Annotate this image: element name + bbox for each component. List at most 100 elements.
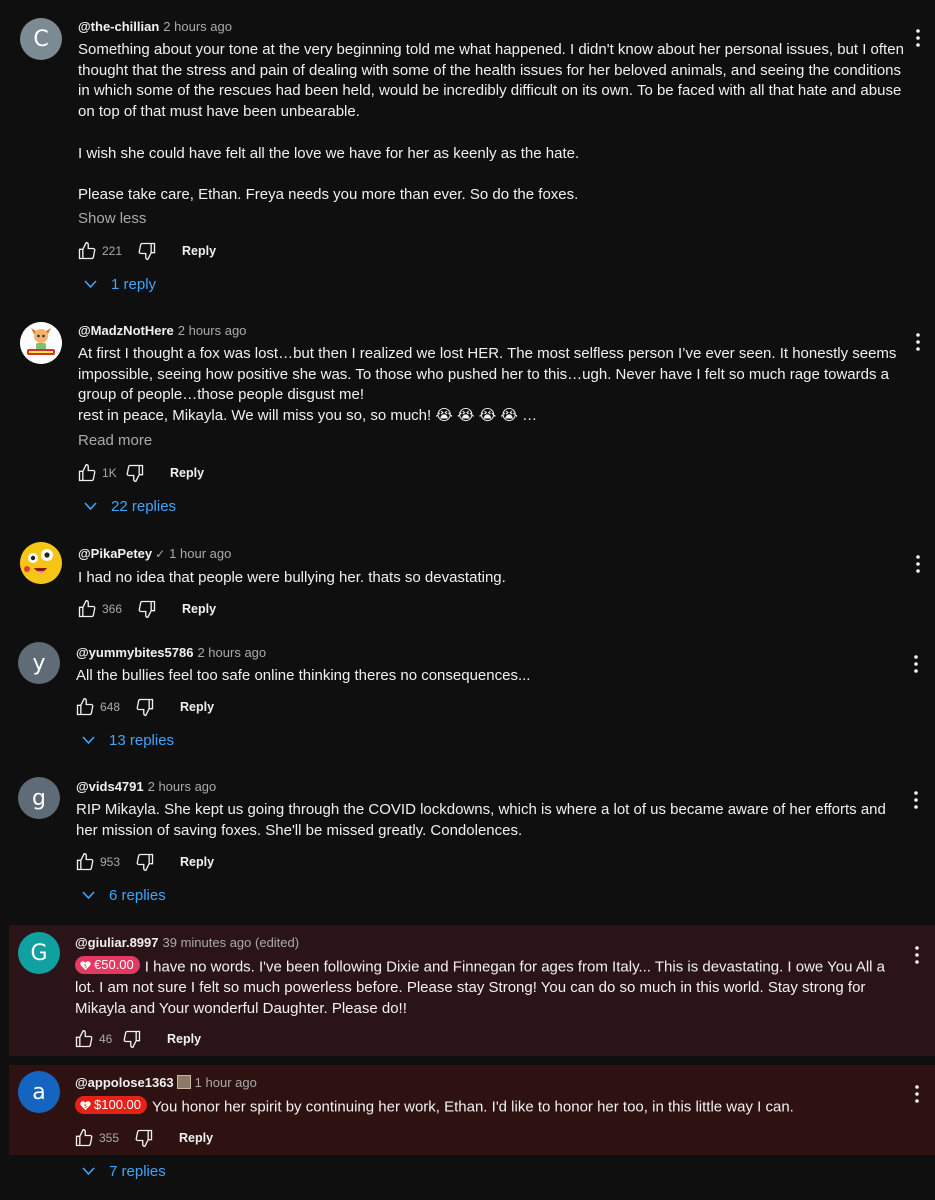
super-thanks-icon: $ bbox=[80, 960, 91, 971]
like-icon[interactable] bbox=[74, 696, 96, 718]
more-options-icon[interactable] bbox=[908, 26, 928, 50]
more-options-icon[interactable] bbox=[908, 330, 928, 354]
comment-time[interactable]: 2 hours ago bbox=[197, 645, 266, 660]
like-icon[interactable] bbox=[74, 851, 96, 873]
verified-icon: ✓ bbox=[155, 547, 166, 561]
member-badge-icon bbox=[176, 1075, 191, 1089]
comment-author[interactable]: @giuliar.8997 bbox=[75, 935, 159, 950]
comment-text: $ $100.00 You honor her spirit by continui… bbox=[75, 1096, 905, 1118]
svg-text:$: $ bbox=[84, 1103, 88, 1109]
comment-time[interactable]: 39 minutes ago (edited) bbox=[163, 935, 300, 950]
comment-author[interactable]: @the-chillian bbox=[78, 19, 159, 34]
avatar[interactable]: g bbox=[18, 777, 60, 819]
comment-author[interactable]: @MadzNotHere bbox=[78, 323, 174, 338]
dislike-icon[interactable] bbox=[121, 1028, 143, 1050]
avatar[interactable]: y bbox=[18, 642, 60, 684]
like-count: 648 bbox=[100, 700, 121, 714]
comment-paragraph: Something about your tone at the very be… bbox=[78, 41, 904, 121]
comment-actions: 953 Reply bbox=[74, 850, 214, 874]
comment-paragraph: Please take care, Ethan. Freya needs you… bbox=[78, 185, 579, 203]
reply-button[interactable]: Reply bbox=[167, 1032, 201, 1046]
fox-cartoon-avatar-icon[interactable] bbox=[20, 322, 62, 364]
avatar[interactable]: G bbox=[18, 932, 60, 974]
comment-header: @yummybites5786 2 hours ago bbox=[76, 645, 266, 660]
reply-button[interactable]: Reply bbox=[179, 1131, 213, 1145]
like-icon[interactable] bbox=[76, 240, 98, 262]
view-replies-button[interactable]: 1 reply bbox=[84, 276, 156, 293]
view-replies-button[interactable]: 6 replies bbox=[82, 887, 166, 904]
reply-button[interactable]: Reply bbox=[170, 466, 204, 480]
like-icon[interactable] bbox=[73, 1127, 95, 1149]
super-thanks-comment: G @giuliar.8997 39 minutes ago (edited) $… bbox=[9, 925, 935, 1056]
like-icon[interactable] bbox=[73, 1028, 95, 1050]
more-options-icon[interactable] bbox=[907, 943, 927, 967]
chevron-down-icon bbox=[84, 502, 97, 511]
comment-text: Something about your tone at the very be… bbox=[78, 40, 908, 206]
chevron-down-icon bbox=[84, 280, 97, 289]
like-count: 953 bbox=[100, 855, 121, 869]
super-thanks-amount: $100.00 bbox=[94, 1097, 141, 1112]
comment: y @yummybites5786 2 hours ago All the bul… bbox=[0, 632, 935, 767]
like-count: 221 bbox=[102, 244, 123, 258]
dislike-icon[interactable] bbox=[136, 240, 158, 262]
view-replies-button[interactable]: 13 replies bbox=[82, 732, 174, 749]
comment: C @the-chillian 2 hours ago Something abo… bbox=[0, 0, 935, 310]
replies-count: 1 reply bbox=[111, 276, 157, 293]
comment-actions: 648 Reply bbox=[74, 695, 214, 719]
chevron-down-icon bbox=[82, 891, 95, 900]
show-less-button[interactable]: Show less bbox=[78, 210, 146, 227]
super-thanks-badge: $ $100.00 bbox=[75, 1096, 147, 1114]
comment-header: @appolose1363 1 hour ago bbox=[75, 1075, 257, 1090]
more-options-icon[interactable] bbox=[907, 1082, 927, 1106]
view-replies-button[interactable]: 7 replies bbox=[82, 1163, 166, 1180]
comment-paragraph: rest in peace, Mikayla. We will miss you… bbox=[78, 407, 538, 425]
comment-time[interactable]: 2 hours ago bbox=[163, 19, 232, 34]
chevron-down-icon bbox=[82, 736, 95, 745]
comment-text: I had no idea that people were bullying … bbox=[78, 569, 506, 586]
comment-author[interactable]: @yummybites5786 bbox=[76, 645, 193, 660]
replies-count: 22 replies bbox=[111, 498, 177, 515]
reply-button[interactable]: Reply bbox=[182, 602, 216, 616]
comment-paragraph: I wish she could have felt all the love … bbox=[78, 144, 580, 162]
avatar[interactable]: a bbox=[18, 1071, 60, 1113]
comment-author[interactable]: @PikaPetey bbox=[78, 546, 152, 561]
read-more-button[interactable]: Read more bbox=[78, 432, 152, 449]
comment-time[interactable]: 1 hour ago bbox=[195, 1075, 257, 1090]
avatar[interactable]: C bbox=[20, 18, 62, 60]
dislike-icon[interactable] bbox=[124, 462, 146, 484]
like-icon[interactable] bbox=[76, 462, 98, 484]
comment-paragraph: At first I thought a fox was lost…but th… bbox=[78, 345, 897, 404]
dislike-icon[interactable] bbox=[136, 598, 158, 620]
comment-text-content: I have no words. I've been following Dix… bbox=[75, 958, 885, 1017]
more-options-icon[interactable] bbox=[906, 788, 926, 812]
comment: g @vids4791 2 hours ago RIP Mikayla. She … bbox=[0, 767, 935, 923]
like-count: 366 bbox=[102, 602, 123, 616]
reply-button[interactable]: Reply bbox=[180, 855, 214, 869]
reply-button[interactable]: Reply bbox=[180, 700, 214, 714]
comment-header: @PikaPetey ✓ 1 hour ago bbox=[78, 546, 231, 561]
comment-time[interactable]: 1 hour ago bbox=[169, 546, 231, 561]
reply-button[interactable]: Reply bbox=[182, 244, 216, 258]
dislike-icon[interactable] bbox=[134, 851, 156, 873]
super-thanks-icon: $ bbox=[80, 1100, 91, 1111]
comment-time[interactable]: 2 hours ago bbox=[178, 323, 247, 338]
replies-count: 7 replies bbox=[109, 1163, 166, 1180]
comment-time[interactable]: 2 hours ago bbox=[148, 779, 217, 794]
super-thanks-badge: $ €50.00 bbox=[75, 956, 140, 974]
dislike-icon[interactable] bbox=[134, 696, 156, 718]
comment-actions: 46 Reply bbox=[73, 1027, 201, 1051]
comment-text-content: You honor her spirit by continuing her w… bbox=[152, 1098, 794, 1116]
comment-author[interactable]: @vids4791 bbox=[76, 779, 144, 794]
svg-text:$: $ bbox=[84, 963, 88, 969]
like-icon[interactable] bbox=[76, 598, 98, 620]
replies-count: 13 replies bbox=[109, 732, 175, 749]
comment-actions: 355 Reply bbox=[73, 1126, 213, 1150]
more-options-icon[interactable] bbox=[908, 552, 928, 576]
dislike-icon[interactable] bbox=[133, 1127, 155, 1149]
comment-text: $ €50.00 I have no words. I've been follow… bbox=[75, 956, 905, 1020]
more-options-icon[interactable] bbox=[906, 652, 926, 676]
pikachu-face-avatar-icon[interactable] bbox=[20, 542, 62, 584]
comment-text: At first I thought a fox was lost…but th… bbox=[78, 344, 908, 427]
comment-author[interactable]: @appolose1363 bbox=[75, 1075, 174, 1090]
view-replies-button[interactable]: 22 replies bbox=[84, 498, 176, 515]
